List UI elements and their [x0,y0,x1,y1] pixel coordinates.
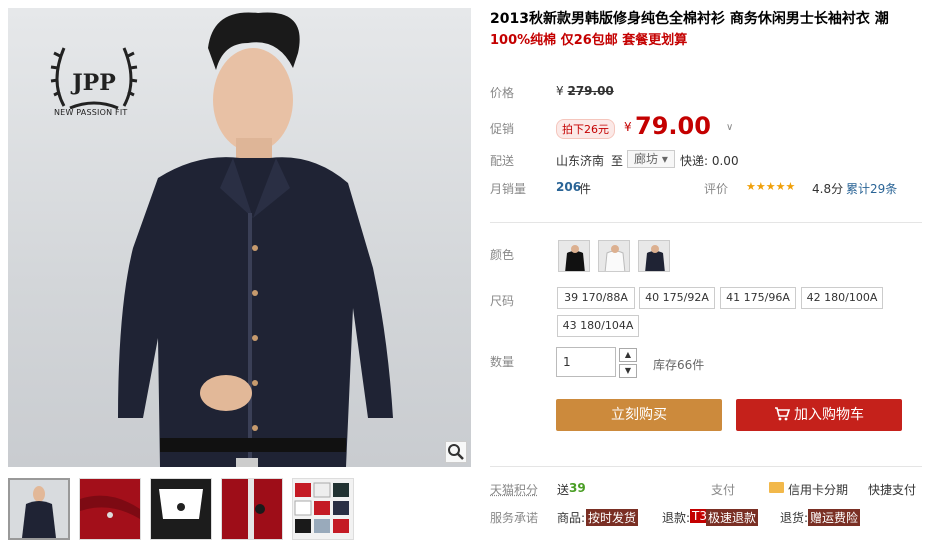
original-price: ¥ 279.00 [556,84,614,98]
tmall-points-label[interactable]: 天猫积分 [490,481,538,498]
add-to-cart-button[interactable]: 加入购物车 [736,399,902,431]
model-front-thumb[interactable] [8,478,70,540]
rating-label: 评价 [704,182,729,196]
size-option[interactable]: 41 175/96A [720,287,796,309]
cart-icon [774,401,791,433]
quantity-row: 数量 1 ▲ ▼ 库存66件 [490,347,922,381]
quick-pay[interactable]: 快捷支付 [868,481,916,498]
size-option[interactable]: 43 180/104A [557,315,639,337]
swatch-white-shirt[interactable] [598,240,630,272]
swatch-navy-shirt[interactable] [638,240,670,272]
points-payment-row: 天猫积分 送 39 支付 信用卡分期 快捷支付 [490,481,922,499]
color-row: 颜色 [490,238,922,276]
destination-select[interactable]: 廊坊 ▾ [627,150,675,168]
service-row: 服务承诺 商品: 按时发货 退款: T3 极速退款 退货: 赠运费险 [490,509,922,527]
original-price-value: 279.00 [567,84,614,98]
color-label: 颜色 [490,248,515,262]
promo-price: 79.00 [635,112,711,140]
credit-installment[interactable]: 信用卡分期 [788,481,848,498]
destination-value: 廊坊 [634,152,659,166]
on-time-delivery-badge[interactable]: 按时发货 [586,509,639,526]
product-subtitle: 100%纯棉 仅26包邮 套餐更划算 [490,33,688,48]
size-row: 尺码 39 170/88A 40 175/92A 41 175/96A 42 1… [490,286,922,342]
promo-price-symbol: ¥ [624,120,632,134]
size-option[interactable]: 40 175/92A [639,287,715,309]
service-label: 服务承诺 [490,511,539,525]
payment-label: 支付 [711,483,736,497]
promo-label: 促销 [490,122,515,136]
credit-card-icon [769,482,784,493]
size-label: 尺码 [490,294,515,308]
points-prefix: 送 [557,483,570,497]
product-info-panel: 2013秋新款男韩版修身纯色全棉衬衫 商务休闲男士长袖衬衣 潮 100%纯棉 仅… [490,8,922,52]
swatch-black-shirt[interactable] [558,240,590,272]
chevron-down-icon[interactable]: ∨ [726,122,733,133]
promo-row: 促销 拍下26元 ¥ 79.00 ∨ [490,112,922,144]
price-label: 价格 [490,86,515,100]
refund-label: 退款: [662,511,691,525]
collar-label-thumb[interactable] [150,478,212,540]
sales-row: 月销量 206 件 评价 ★★★★★ 4.8分 累计29条 [490,178,922,198]
red-fabric-detail-thumb[interactable] [79,478,141,540]
points-value: 39 [569,481,586,495]
brand-tagline: NEW PASSION FIT [54,108,128,117]
stock-count: 库存66件 [653,358,705,372]
shipping-label: 配送 [490,154,515,168]
add-to-cart-label: 加入购物车 [794,407,864,423]
brand-logo-text: JPP [70,70,116,96]
monthly-sales-label: 月销量 [490,182,527,196]
product-main-image[interactable]: JPP NEW PASSION FIT [8,8,471,467]
price-row: 价格 ¥ 279.00 [490,84,922,104]
quantity-increase-button[interactable]: ▲ [619,348,637,362]
size-option[interactable]: 42 180/100A [801,287,883,309]
buy-now-button[interactable]: 立刻购买 [556,399,722,431]
return-label: 退货: [780,511,809,525]
quantity-label: 数量 [490,355,515,369]
original-price-symbol: ¥ [556,84,564,98]
quantity-input[interactable]: 1 [556,347,616,377]
fast-refund-badge[interactable]: 极速退款 [706,509,759,526]
color-options-thumb[interactable] [292,478,354,540]
action-buttons: 立刻购买 加入购物车 [490,399,922,433]
size-option[interactable]: 39 170/88A [557,287,635,309]
monthly-sales-unit: 件 [579,182,592,196]
goods-label: 商品: [557,511,586,525]
shipping-fee: 快递: 0.00 [680,154,739,168]
button-detail-thumb[interactable] [221,478,283,540]
divider [490,466,922,467]
quantity-decrease-button[interactable]: ▼ [619,364,637,378]
shipping-origin: 山东济南 [556,154,605,168]
return-insurance-badge[interactable]: 赠运费险 [808,509,861,526]
monthly-sales-count: 206 [556,180,582,194]
magnifier-icon[interactable] [445,441,467,463]
review-count-link[interactable]: 累计29条 [846,180,897,197]
rating-stars-icon: ★★★★★ [746,180,796,193]
thumbnail-strip [8,478,354,540]
divider [490,222,922,223]
product-title: 2013秋新款男韩版修身纯色全棉衬衫 商务休闲男士长袖衬衣 潮 [490,11,889,27]
rating-score: 4.8分 [812,182,844,196]
promo-badge: 拍下26元 [556,119,615,139]
shipping-to: 至 [611,154,624,168]
shipping-row: 配送 山东济南 至 廊坊 ▾ 快递: 0.00 [490,150,922,170]
